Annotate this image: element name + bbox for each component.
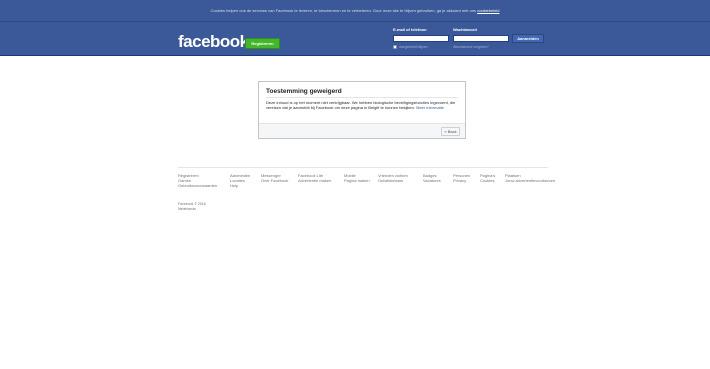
footer-link[interactable]: Help — [230, 183, 250, 188]
dialog-title: Toestemming geweigerd — [266, 88, 342, 95]
password-field[interactable] — [453, 35, 509, 42]
page-footer: Registreren Games Gebruiksvoorwaarden Aa… — [178, 167, 555, 211]
signup-button[interactable]: Registreren — [245, 38, 280, 49]
more-info-link[interactable]: Meer informatie — [416, 105, 444, 110]
remember-me[interactable]: Aangemeld blijven — [393, 45, 428, 49]
footer-col-8: Personen Privacy — [453, 173, 470, 183]
language-link[interactable]: Nederlands — [178, 207, 206, 212]
footer-link[interactable]: Over Facebook — [261, 178, 288, 183]
dialog-body: Deze inhoud is op het moment niet verkri… — [266, 100, 460, 110]
dialog-divider — [266, 97, 458, 98]
footer-link[interactable]: Ontwikkelaars — [378, 178, 408, 183]
footer-col-3: Messenger Over Facebook — [261, 173, 288, 183]
footer-col-2: Aanmelden Locaties Help — [230, 173, 250, 188]
footer-meta: Facebook © 2016 Nederlands — [178, 202, 206, 211]
copyright-text: Facebook © 2016 — [178, 202, 206, 206]
footer-link[interactable]: Jouw advertentievoorkeuren — [505, 178, 555, 183]
remember-checkbox[interactable] — [393, 45, 397, 49]
footer-col-9: Pagina's Cookies — [480, 173, 495, 183]
email-label: E-mail of telefoon — [393, 27, 427, 32]
dialog-footer: « Back — [259, 123, 465, 138]
footer-link[interactable]: Cookies — [480, 178, 495, 183]
footer-col-5: Mobile Pagina maken — [344, 173, 370, 183]
top-header: facebook Registreren E-mail of telefoon … — [0, 22, 710, 56]
footer-link[interactable]: Advertentie maken — [298, 178, 331, 183]
permission-denied-dialog: Toestemming geweigerd Deze inhoud is op … — [258, 81, 466, 139]
remember-label: Aangemeld blijven — [399, 45, 428, 49]
password-label: Wachtwoord — [453, 27, 477, 32]
forgot-password-link[interactable]: Wachtwoord vergeten? — [453, 45, 489, 49]
footer-col-10: Plaatsen Jouw advertentievoorkeuren — [505, 173, 555, 183]
cookie-banner-text: Cookies helpen ons de services van Faceb… — [210, 8, 477, 13]
cookie-policy-link[interactable]: cookiebeleid — [477, 8, 499, 13]
footer-link[interactable]: Privacy — [453, 178, 470, 183]
email-field[interactable] — [393, 35, 449, 42]
facebook-logo[interactable]: facebook — [178, 32, 249, 52]
back-button[interactable]: « Back — [441, 127, 460, 136]
footer-link[interactable]: Pagina maken — [344, 178, 370, 183]
login-button[interactable]: Aanmelden — [512, 34, 544, 43]
footer-link[interactable]: Vacatures — [423, 178, 441, 183]
footer-col-4: Facebook Lite Advertentie maken — [298, 173, 331, 183]
cookie-banner: Cookies helpen ons de services van Faceb… — [0, 0, 710, 22]
footer-col-6: Vrienden zoeken Ontwikkelaars — [378, 173, 408, 183]
footer-link[interactable]: Gebruiksvoorwaarden — [178, 183, 217, 188]
footer-col-7: Badges Vacatures — [423, 173, 441, 183]
footer-col-1: Registreren Games Gebruiksvoorwaarden — [178, 173, 217, 188]
